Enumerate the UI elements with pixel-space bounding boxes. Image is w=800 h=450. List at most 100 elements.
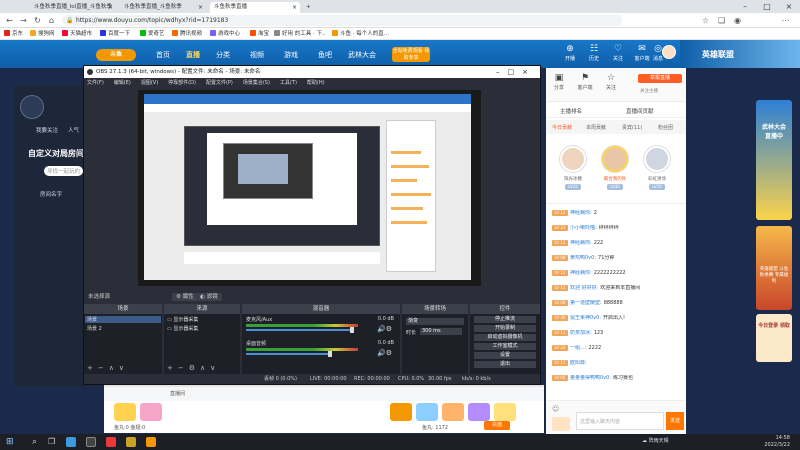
volume-slider-knob[interactable] <box>350 327 354 333</box>
emoji-icon[interactable]: ☺ <box>552 405 559 413</box>
speaker-icon[interactable]: 🔊⚙ <box>377 325 392 333</box>
menu-scene-collection[interactable]: 场景集合(S) <box>243 78 270 88</box>
browser-tab-active[interactable]: 斗鱼秋季直播 × <box>210 2 300 13</box>
scene-controls[interactable]: +−∧∨ <box>87 364 129 372</box>
close-icon[interactable]: × <box>198 2 203 13</box>
report-button[interactable]: 举报直播 <box>638 74 682 83</box>
chat-username[interactable]: 量量量得鸭鸭0v0: <box>570 375 611 381</box>
gift-item[interactable] <box>416 403 438 421</box>
recharge-button[interactable]: 充值 <box>484 421 510 430</box>
share-button[interactable]: ▣ 分享 <box>546 73 572 91</box>
obs-preview[interactable] <box>138 90 481 286</box>
windows-start-icon[interactable]: ⊞ <box>6 437 14 447</box>
chat-username[interactable]: 神经病你: <box>570 240 592 246</box>
settings-button[interactable]: 设置 <box>474 352 536 359</box>
menu-profile[interactable]: 配置文件(P) <box>206 78 233 88</box>
avatar[interactable] <box>644 146 670 172</box>
side-ad[interactable]: 英雄联盟 斗鱼秋季赛 专属福利 <box>756 226 792 310</box>
menu-file[interactable]: 文件(F) <box>87 78 104 88</box>
obs-window-controls[interactable]: –□× <box>496 66 536 78</box>
stop-streaming-button[interactable]: 停止推流 <box>474 316 536 323</box>
send-button[interactable]: 发送 <box>666 412 684 430</box>
header-history[interactable]: ☷ 历史 <box>584 44 604 62</box>
star-icon[interactable]: ☆ <box>700 15 711 26</box>
menu-tools[interactable]: 工具(T) <box>280 78 297 88</box>
collections-icon[interactable]: ❏ <box>716 15 727 26</box>
lol-icon[interactable] <box>126 437 136 447</box>
volume-slider[interactable] <box>246 329 352 331</box>
gift-item[interactable] <box>442 403 464 421</box>
url-field[interactable]: 🔒 https://www.douyu.com/topic/wdhyx?rid=… <box>62 15 622 26</box>
duration-input[interactable]: 300 ms <box>420 328 462 335</box>
start-recording-button[interactable]: 开始录制 <box>474 325 536 332</box>
bookmark-item[interactable]: 淘宝 <box>250 28 269 40</box>
scene-item[interactable]: 场景 <box>85 316 161 323</box>
bookmark-item[interactable]: 搜狗网 <box>30 28 55 40</box>
menu-edit[interactable]: 编辑(E) <box>114 78 131 88</box>
more-icon[interactable]: ⋯ <box>780 15 791 26</box>
menu-docks[interactable]: 停靠部件(D) <box>168 78 196 88</box>
new-tab-button[interactable]: + <box>302 2 314 13</box>
source-item[interactable]: ▭ 显示器采集 <box>167 325 198 332</box>
header-follow[interactable]: ♡ 关注 <box>608 44 628 62</box>
nav-wulin[interactable]: 武林大会 <box>348 50 376 60</box>
nav-home[interactable]: 首页 <box>156 50 170 60</box>
left-tab-popular[interactable]: 人气 <box>68 126 79 134</box>
gift-item[interactable] <box>468 403 490 421</box>
bookmark-item[interactable]: 京东 <box>4 28 23 40</box>
speaker-icon[interactable]: 🔊⚙ <box>377 349 392 357</box>
douyu-icon[interactable] <box>146 437 156 447</box>
source-controls[interactable]: +−⚙∧∨ <box>167 364 220 372</box>
filters-button[interactable]: ◐ 滤镜 <box>196 293 222 301</box>
nav-yuba[interactable]: 鱼吧 <box>318 50 332 60</box>
nav-video[interactable]: 视频 <box>250 50 264 60</box>
chat-username[interactable]: 第一道壁暖壁: <box>570 300 602 306</box>
chat-username[interactable]: 奶茶加冰: <box>570 330 592 336</box>
side-ad[interactable]: 武林大会 直播中 <box>756 100 792 220</box>
minimize-icon[interactable]: – <box>734 0 756 13</box>
chat-username[interactable]: 小小哪吒喵: <box>570 225 597 231</box>
gift-item[interactable] <box>390 403 412 421</box>
profile-icon[interactable]: ◉ <box>732 15 743 26</box>
menu-help[interactable]: 帮助(H) <box>307 78 325 88</box>
refresh-icon[interactable]: ↻ <box>32 15 43 26</box>
bookmark-item[interactable]: 爱奇艺 <box>140 28 165 40</box>
close-icon[interactable]: × <box>778 0 800 13</box>
chat-username[interactable]: 神经病你: <box>570 210 592 216</box>
avatar[interactable] <box>560 146 586 172</box>
studio-mode-button[interactable]: 工作室模式 <box>474 343 536 350</box>
bookmark-item[interactable]: 游戏中心 <box>210 28 240 40</box>
back-icon[interactable]: ← <box>4 15 15 26</box>
header-start-live[interactable]: ⊕ 开播 <box>560 44 580 62</box>
exit-button[interactable]: 退出 <box>474 361 536 368</box>
bookmark-item[interactable]: 百度一下 <box>100 28 130 40</box>
nav-category[interactable]: 分类 <box>216 50 230 60</box>
tab-today[interactable]: 今日贡献 <box>552 124 572 131</box>
home-icon[interactable]: ⌂ <box>46 15 57 26</box>
avatar[interactable] <box>602 146 628 172</box>
tab-vip[interactable]: 贵宾(11) <box>622 124 642 131</box>
site-logo[interactable]: 斗鱼 <box>96 49 136 61</box>
tab-fans[interactable]: 粉丝团 <box>658 124 673 131</box>
bookmark-item[interactable]: 好用 的工具 · 下.. <box>274 28 326 40</box>
client-button[interactable]: ⚑ 客户端 <box>572 73 598 91</box>
volume-slider-knob[interactable] <box>328 351 332 357</box>
bookmark-item[interactable]: 斗鱼 · 每个人的直... <box>332 28 389 40</box>
ranking-room[interactable]: 直播间贡献 <box>626 107 654 115</box>
chat-username[interactable]: 欢迎 好好好: <box>570 285 598 291</box>
close-icon[interactable]: × <box>108 2 113 13</box>
follow-button[interactable]: ☆ 关注 <box>598 73 624 91</box>
source-item[interactable]: ▭ 显示器采集 <box>167 316 198 323</box>
left-search-input[interactable]: 寻找一起玩的 <box>44 166 84 176</box>
app-icon[interactable] <box>106 437 116 447</box>
close-icon[interactable]: × <box>292 2 297 13</box>
ranking-anchor[interactable]: 主播排名 <box>560 107 582 115</box>
nav-game[interactable]: 游戏 <box>284 50 298 60</box>
user-avatar[interactable] <box>662 45 676 59</box>
browser-tab[interactable]: 斗鱼秋季直播_lol直播_斗鱼秋季 × <box>30 2 116 13</box>
maximize-icon[interactable]: □ <box>756 0 778 13</box>
weather-widget[interactable]: ☁ 阵雨天晴 <box>642 437 669 444</box>
edge-icon[interactable] <box>66 437 76 447</box>
bookmark-item[interactable]: 腾讯视频 <box>172 28 202 40</box>
forward-icon[interactable]: → <box>18 15 29 26</box>
